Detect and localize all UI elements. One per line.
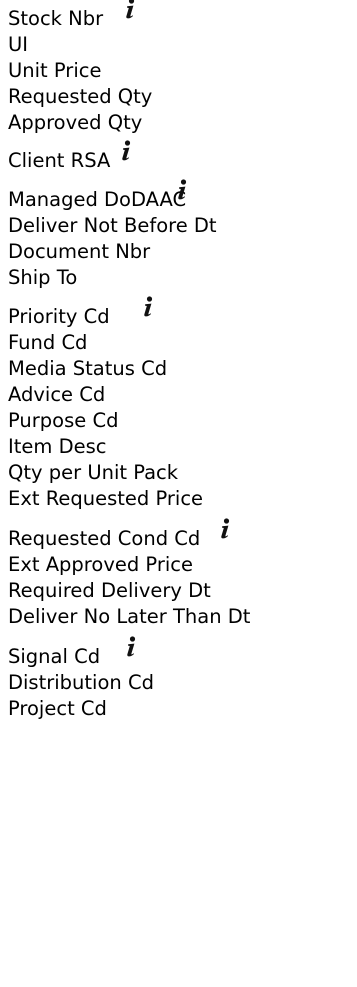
field-row-stock-nbr: Stock Nbr [8, 0, 135, 33]
field-label: Purpose Cd [8, 409, 119, 432]
field-row-deliver-no-later-than-dt: Deliver No Later Than Dt [8, 603, 250, 631]
field-label: Advice Cd [8, 383, 106, 406]
field-row-unit-price: Unit Price [8, 57, 101, 85]
field-row-project-cd: Project Cd [8, 695, 107, 723]
field-row-requested-qty: Requested Qty [8, 83, 152, 111]
field-row-ship-to: Ship To [8, 264, 77, 292]
field-label: Fund Cd [8, 331, 88, 354]
field-label: Approved Qty [8, 111, 143, 134]
field-label: Priority Cd [8, 305, 110, 328]
field-row-signal-cd: Signal Cd [8, 636, 136, 671]
info-icon[interactable] [213, 517, 237, 541]
field-label: Client RSA [8, 149, 111, 172]
field-row-required-delivery-dt: Required Delivery Dt [8, 577, 211, 605]
field-label: Signal Cd [8, 645, 101, 668]
field-label: Qty per Unit Pack [8, 461, 179, 484]
info-icon[interactable] [170, 178, 194, 202]
field-label: Required Delivery Dt [8, 579, 211, 602]
field-label: Ship To [8, 266, 78, 289]
field-row-managed-dodaac: Managed DoDAAC [8, 179, 187, 214]
info-icon[interactable] [119, 635, 143, 659]
info-icon[interactable] [114, 139, 138, 163]
field-label: Distribution Cd [8, 671, 154, 694]
field-label: UI [8, 33, 29, 56]
field-row-client-rsa: Client RSA [8, 140, 131, 175]
field-row-requested-cond-cd: Requested Cond Cd [8, 518, 230, 553]
field-label: Deliver No Later Than Dt [8, 605, 251, 628]
field-row-distribution-cd: Distribution Cd [8, 669, 154, 697]
field-label: Stock Nbr [8, 7, 104, 30]
field-label: Managed DoDAAC [8, 188, 187, 211]
field-row-advice-cd: Advice Cd [8, 381, 105, 409]
field-row-ext-requested-price: Ext Requested Price [8, 485, 203, 513]
field-row-approved-qty: Approved Qty [8, 109, 142, 137]
field-label: Deliver Not Before Dt [8, 214, 217, 237]
field-row-priority-cd: Priority Cd [8, 296, 153, 331]
field-label: Requested Qty [8, 85, 153, 108]
field-row-media-status-cd: Media Status Cd [8, 355, 167, 383]
field-row-deliver-not-before-dt: Deliver Not Before Dt [8, 212, 217, 240]
field-row-document-nbr: Document Nbr [8, 238, 150, 266]
field-label: Unit Price [8, 59, 102, 82]
info-icon[interactable] [136, 295, 160, 319]
field-label: Document Nbr [8, 240, 151, 263]
field-row-qty-per-unit-pack: Qty per Unit Pack [8, 459, 178, 487]
field-row-fund-cd: Fund Cd [8, 329, 87, 357]
field-label: Ext Requested Price [8, 487, 204, 510]
info-icon[interactable] [118, 0, 142, 21]
field-row-ext-approved-price: Ext Approved Price [8, 551, 193, 579]
field-label: Media Status Cd [8, 357, 168, 380]
field-label: Requested Cond Cd [8, 527, 201, 550]
field-row-ui: UI [8, 31, 28, 59]
field-label: Project Cd [8, 697, 107, 720]
field-label: Ext Approved Price [8, 553, 194, 576]
field-row-item-desc: Item Desc [8, 433, 106, 461]
field-label: Item Desc [8, 435, 107, 458]
field-row-purpose-cd: Purpose Cd [8, 407, 118, 435]
